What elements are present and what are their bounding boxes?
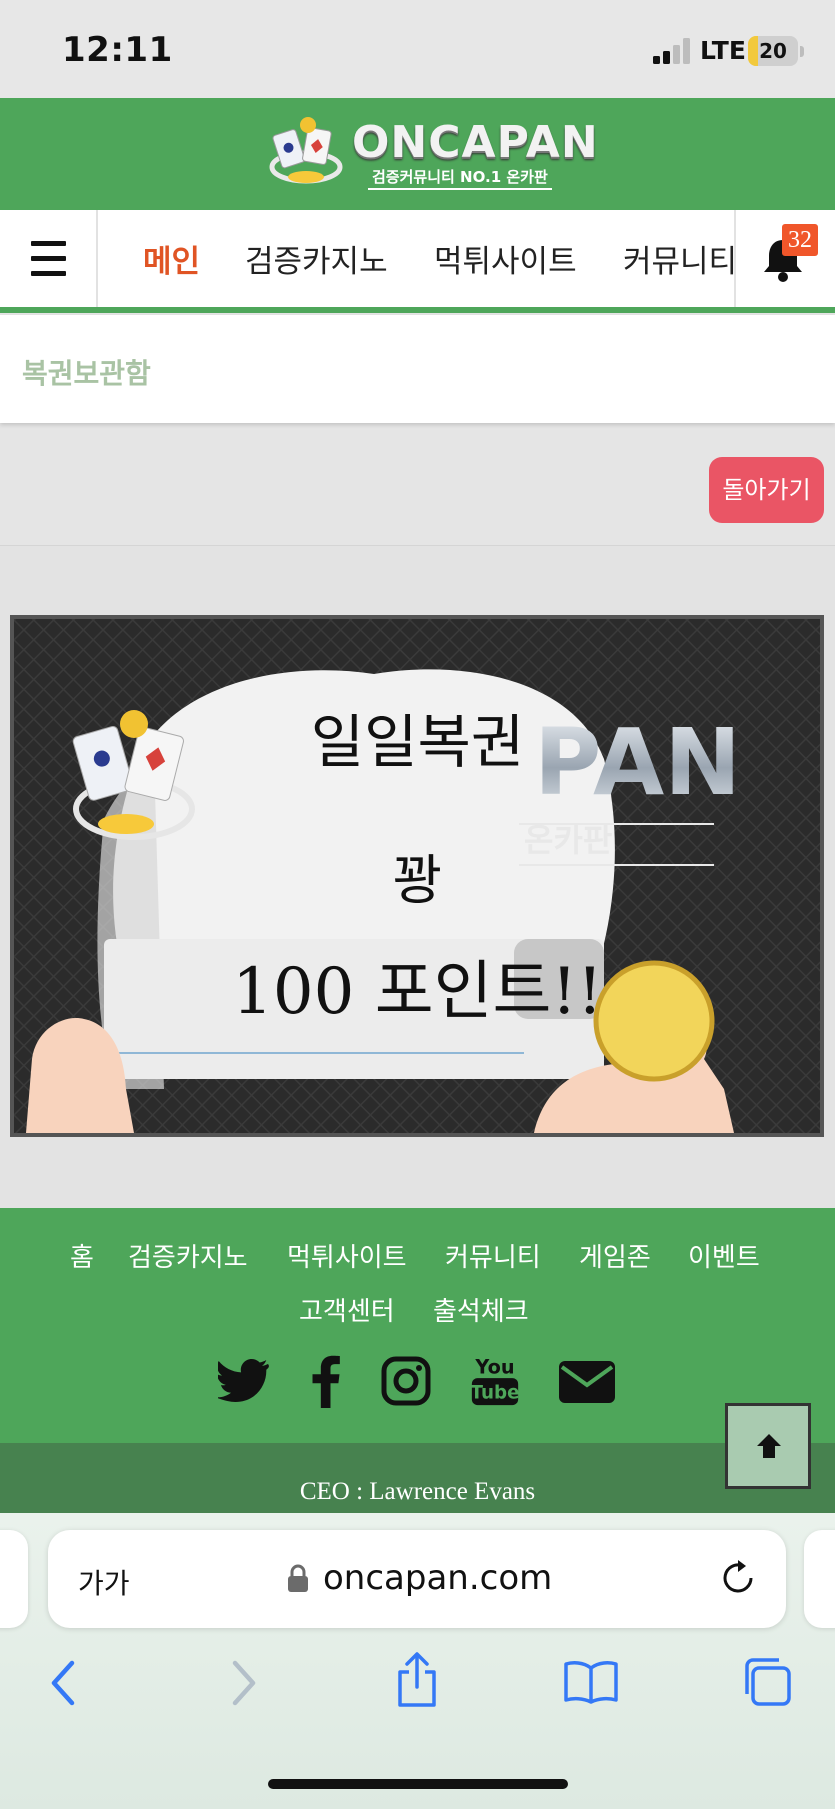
mail-icon[interactable] [559, 1361, 615, 1403]
footer-link-home[interactable]: 홈 [70, 1237, 94, 1274]
battery-level: 20 [759, 39, 787, 63]
logo-text: ONCAPAN [352, 117, 599, 168]
menu-bar-icon [31, 271, 66, 276]
menu-bar-icon [31, 256, 66, 261]
nav-item-verified-casino[interactable]: 검증카지노 [245, 236, 388, 281]
svg-text:Tube: Tube [470, 1382, 519, 1403]
lottery-points: 100 포인트!! [232, 955, 603, 1029]
footer-link-scam-sites[interactable]: 먹튀사이트 [287, 1237, 407, 1274]
url-text[interactable]: oncapan.com [323, 1558, 552, 1598]
hamburger-menu-button[interactable] [0, 210, 98, 308]
next-tab-peek[interactable] [804, 1530, 835, 1628]
nav-scroll[interactable]: 메인 검증카지노 먹튀사이트 커뮤니티 [98, 210, 734, 308]
back-arrow-icon[interactable] [48, 1658, 78, 1708]
lottery-title: 일일복권 [310, 708, 525, 776]
footer-link-attendance[interactable]: 출석체크 [433, 1291, 529, 1328]
ceo-text: CEO : Lawrence Evans [299, 1478, 536, 1505]
back-button[interactable]: 돌아가기 [709, 457, 824, 523]
signal-strength-icon [653, 38, 690, 64]
previous-tab-peek[interactable] [0, 1530, 28, 1628]
page-title: 복권보관함 [22, 357, 151, 390]
nav-underline [0, 307, 835, 313]
youtube-icon[interactable]: You Tube [469, 1354, 521, 1408]
lottery-result: 꽝 [392, 849, 443, 912]
nav-item-community[interactable]: 커뮤니티 [623, 236, 734, 281]
footer-link-community[interactable]: 커뮤니티 [445, 1237, 541, 1274]
logo-subtitle: 검증커뮤니티 NO.1 온카판 [368, 165, 552, 190]
arrow-up-icon [757, 1434, 781, 1458]
nav-item-main[interactable]: 메인 [143, 236, 200, 281]
instagram-icon[interactable] [381, 1354, 431, 1408]
text-size-button[interactable]: 가가 [78, 1562, 130, 1602]
menu-bar-icon [31, 241, 66, 246]
footer-link-events[interactable]: 이벤트 [688, 1237, 760, 1274]
network-type: LTE [700, 36, 746, 65]
tabs-icon[interactable] [741, 1656, 793, 1708]
lock-icon [288, 1564, 308, 1592]
reload-icon[interactable] [718, 1558, 758, 1598]
battery-icon: 20 [748, 36, 798, 66]
twitter-icon[interactable] [218, 1354, 270, 1408]
share-icon[interactable] [394, 1652, 440, 1708]
nav-item-scam-sites[interactable]: 먹튀사이트 [434, 236, 577, 281]
battery-cap [800, 46, 804, 57]
svg-text:You: You [474, 1355, 514, 1378]
bookmarks-icon[interactable] [563, 1660, 619, 1704]
home-indicator [268, 1779, 568, 1789]
footer-link-verified-casino[interactable]: 검증카지노 [128, 1237, 248, 1274]
facebook-icon[interactable] [308, 1354, 344, 1408]
notification-badge: 32 [782, 224, 818, 256]
scroll-to-top-button[interactable] [725, 1403, 811, 1489]
forward-arrow-icon[interactable] [229, 1658, 259, 1708]
footer-link-support[interactable]: 고객센터 [299, 1291, 395, 1328]
status-time: 12:11 [62, 30, 173, 70]
footer-link-game-zone[interactable]: 게임존 [579, 1237, 651, 1274]
